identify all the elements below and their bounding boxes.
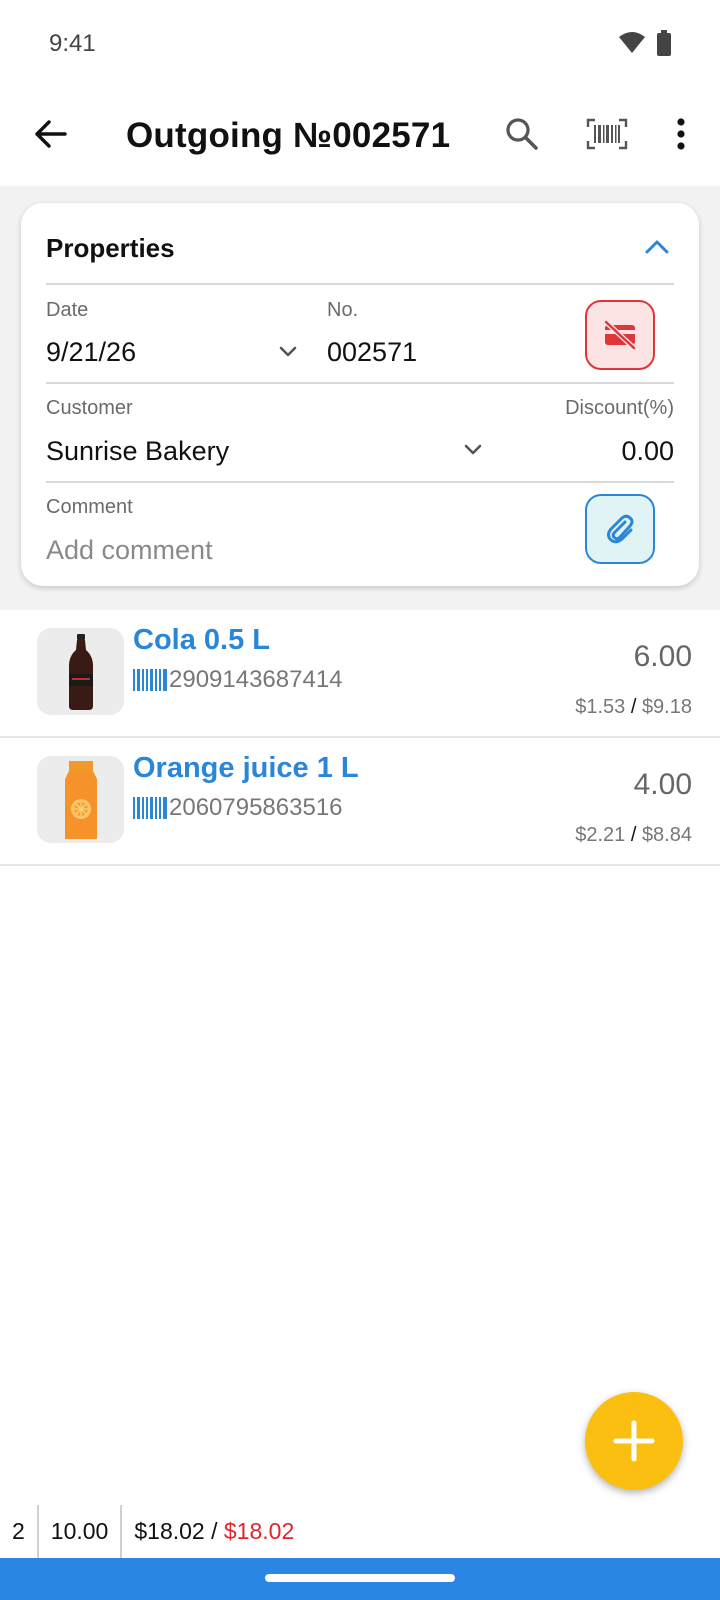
- summary-bar: 2 10.00 $18.02 / $18.02: [0, 1505, 720, 1558]
- item-price: $2.21 / $8.84: [575, 824, 692, 846]
- more-vert-icon: [677, 118, 685, 150]
- product-image: [37, 628, 124, 715]
- discount-field[interactable]: 0.00: [621, 436, 674, 467]
- item-list: Cola 0.5 L 2909143687414 6.00 $1.53 / $9…: [0, 610, 720, 866]
- properties-title: Properties: [46, 233, 175, 263]
- back-button[interactable]: [26, 110, 74, 158]
- item-barcode: 2060795863516: [133, 794, 343, 822]
- juice-carton-icon: [64, 760, 97, 839]
- card-off-icon: [603, 320, 637, 350]
- summary-count: 2: [12, 1518, 25, 1544]
- item-barcode: 2909143687414: [133, 666, 343, 694]
- search-button[interactable]: [498, 110, 546, 158]
- chevron-down-icon: [279, 346, 297, 356]
- add-item-button[interactable]: [585, 1392, 683, 1490]
- date-label: Date: [46, 299, 89, 321]
- paperclip-icon: [607, 514, 634, 544]
- number-field[interactable]: 002571: [327, 337, 417, 368]
- item-unit-price: $2.21: [575, 824, 626, 846]
- customer-label: Customer: [46, 397, 133, 419]
- chevron-down-icon: [464, 444, 482, 454]
- plus-icon: [613, 1420, 655, 1462]
- item-price: $1.53 / $9.18: [575, 696, 692, 718]
- summary-total: $18.02: [134, 1518, 205, 1544]
- barcode-icon: [133, 669, 167, 691]
- system-nav-bar: [0, 1558, 720, 1600]
- more-options-button[interactable]: [657, 110, 705, 158]
- date-dropdown[interactable]: [274, 337, 302, 365]
- app-bar: Outgoing №002571: [0, 88, 720, 186]
- item-total: $9.18: [641, 696, 692, 718]
- summary-total-discounted: $18.02: [223, 1518, 295, 1544]
- summary-quantity: 10.00: [50, 1518, 109, 1544]
- comment-label: Comment: [46, 496, 133, 518]
- card-off-button[interactable]: [585, 300, 655, 370]
- attach-button[interactable]: [585, 494, 655, 564]
- item-total: $8.84: [641, 824, 692, 846]
- customer-dropdown[interactable]: [459, 435, 487, 463]
- item-name: Cola 0.5 L: [133, 624, 270, 656]
- list-item[interactable]: Cola 0.5 L 2909143687414 6.00 $1.53 / $9…: [0, 610, 720, 738]
- search-icon: [506, 118, 538, 150]
- item-quantity: 4.00: [633, 768, 692, 801]
- divider: [46, 382, 674, 384]
- item-name: Orange juice 1 L: [133, 752, 359, 784]
- properties-card: Properties Date 9/21/26 No. 002571 Custo…: [21, 203, 699, 586]
- summary-totals: $18.02 / $18.02: [122, 1505, 306, 1558]
- wifi-icon: [619, 32, 645, 53]
- item-unit-price: $1.53: [575, 696, 626, 718]
- item-quantity: 6.00: [633, 640, 692, 673]
- battery-icon: [657, 30, 671, 56]
- properties-section: Properties Date 9/21/26 No. 002571 Custo…: [0, 186, 720, 610]
- cola-bottle-icon: [68, 633, 93, 710]
- back-arrow-icon: [35, 120, 67, 148]
- status-time: 9:41: [49, 30, 96, 57]
- divider: [46, 283, 674, 285]
- divider: [46, 481, 674, 483]
- comment-input[interactable]: Add comment: [46, 535, 213, 566]
- date-field[interactable]: 9/21/26: [46, 337, 136, 368]
- status-bar: 9:41: [0, 0, 720, 88]
- status-icons: [618, 30, 672, 56]
- collapse-properties-button[interactable]: [637, 227, 677, 267]
- number-label: No.: [327, 299, 359, 321]
- page-title: Outgoing №002571: [126, 116, 451, 155]
- barcode-scanner-button[interactable]: [583, 110, 631, 158]
- barcode-icon: [133, 797, 167, 819]
- item-barcode-value: 2909143687414: [169, 666, 343, 693]
- item-barcode-value: 2060795863516: [169, 794, 343, 821]
- discount-label: Discount(%): [565, 397, 674, 419]
- product-image: [37, 756, 124, 843]
- customer-field[interactable]: Sunrise Bakery: [46, 436, 229, 467]
- home-handle[interactable]: [265, 1574, 455, 1582]
- summary-separator: /: [211, 1518, 218, 1544]
- list-item[interactable]: Orange juice 1 L 2060795863516 4.00 $2.2…: [0, 738, 720, 866]
- barcode-scanner-icon: [586, 118, 628, 150]
- chevron-up-icon: [645, 240, 669, 254]
